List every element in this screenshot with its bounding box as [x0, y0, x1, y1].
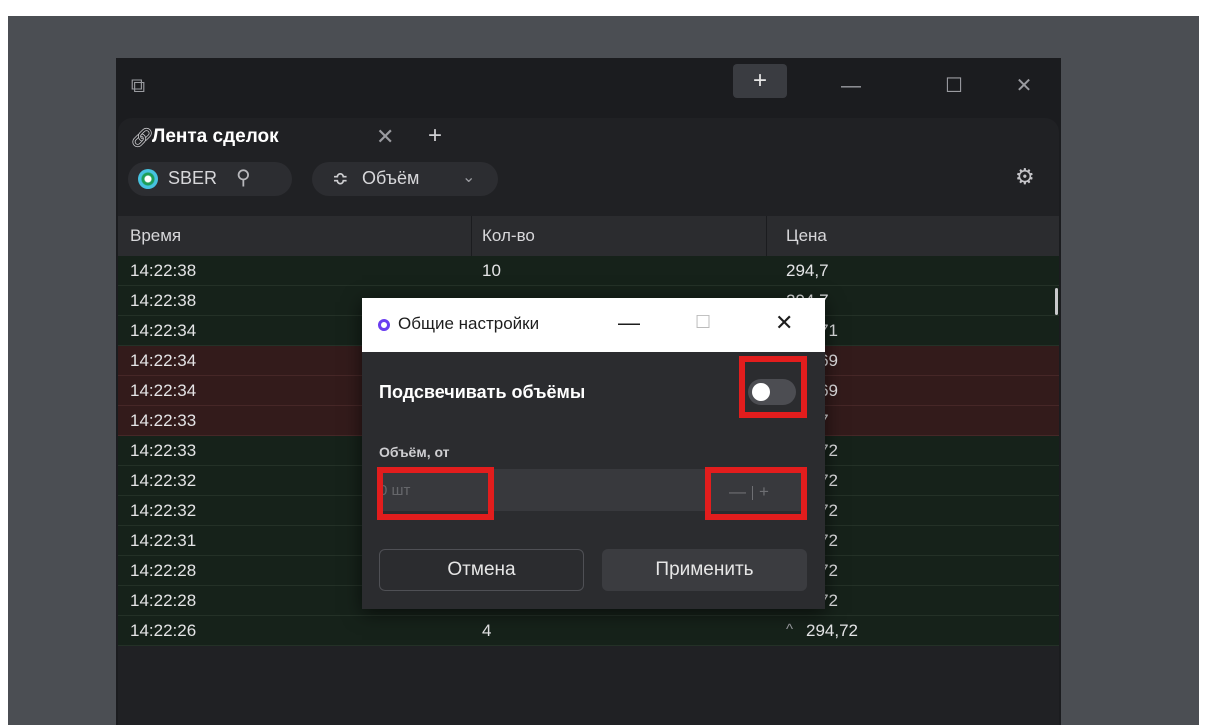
window-titlebar: ⧉ + — ☐ ✕ — [116, 58, 1061, 114]
trade-time: 14:22:28 — [130, 591, 197, 610]
trade-time: 14:22:38 — [130, 261, 197, 280]
chevron-up-icon: ^ — [786, 621, 794, 638]
cancel-button[interactable]: Отмена — [379, 549, 584, 591]
trade-time: 14:22:34 — [130, 351, 197, 370]
tab-trades-feed[interactable]: Лента сделок — [152, 126, 279, 148]
trade-qty: 10 — [482, 261, 501, 280]
trade-time: 14:22:31 — [130, 531, 197, 550]
trade-price: 294,72 — [806, 621, 858, 640]
close-tab-icon[interactable]: ✕ — [376, 124, 394, 150]
symbol-label: SBER — [168, 168, 218, 188]
tab-row: 🔗︎ Лента сделок ✕ + — [118, 118, 1059, 160]
search-icon[interactable]: ⚲ — [236, 165, 251, 190]
column-header-time[interactable]: Время — [130, 226, 181, 246]
volume-filter-dropdown[interactable]: ≎ Объём ⌄ — [312, 162, 498, 196]
trade-time: 14:22:26 — [130, 621, 197, 640]
trade-time: 14:22:33 — [130, 411, 197, 430]
trade-time: 14:22:34 — [130, 381, 197, 400]
column-header-qty[interactable]: Кол-во — [482, 226, 535, 246]
link-icon[interactable]: 🔗︎ — [130, 126, 154, 150]
annotation-box-stepper — [705, 467, 807, 520]
trade-time: 14:22:32 — [130, 501, 197, 520]
trade-time: 14:22:34 — [130, 321, 197, 340]
dialog-minimize-button[interactable]: — — [618, 310, 640, 336]
dialog-titlebar: Общие настройки — ☐ ✕ — [362, 298, 825, 352]
restore-window-icon[interactable]: ⧉ — [126, 74, 150, 98]
dialog-close-button[interactable]: ✕ — [775, 310, 793, 336]
gear-icon[interactable]: ⚙ — [1015, 164, 1035, 190]
maximize-button[interactable]: ☐ — [934, 74, 974, 98]
trade-time: 14:22:33 — [130, 441, 197, 460]
column-header-price[interactable]: Цена — [786, 226, 827, 246]
trade-time: 14:22:32 — [130, 471, 197, 490]
apply-button[interactable]: Применить — [602, 549, 807, 591]
table-row[interactable]: 14:22:38 10 294,7 — [118, 256, 1059, 286]
volume-from-label: Объём, от — [379, 444, 450, 460]
column-divider[interactable] — [471, 216, 472, 256]
new-tab-button[interactable]: + — [428, 122, 442, 150]
chevron-down-icon: ⌄ — [462, 169, 476, 186]
annotation-box-volume-input — [377, 467, 494, 520]
app-logo-icon — [378, 319, 390, 331]
symbol-selector[interactable]: SBER ⚲ — [128, 162, 292, 196]
volume-filter-label: Объём — [362, 168, 420, 188]
general-settings-dialog: Общие настройки — ☐ ✕ Подсвечивать объём… — [362, 298, 825, 609]
trade-time: 14:22:28 — [130, 561, 197, 580]
table-header: Время Кол-во Цена — [118, 216, 1059, 256]
feed-toolbar: SBER ⚲ ≎ Объём ⌄ ⚙ — [118, 160, 1059, 200]
trade-qty: 4 — [482, 621, 492, 640]
column-divider[interactable] — [766, 216, 767, 256]
highlight-volumes-label: Подсвечивать объёмы — [379, 382, 586, 402]
close-window-button[interactable]: ✕ — [1004, 74, 1044, 98]
filter-sliders-icon: ≎ — [332, 168, 349, 190]
add-widget-button[interactable]: + — [733, 64, 787, 98]
sber-logo-icon — [138, 169, 158, 189]
dialog-maximize-button[interactable]: ☐ — [695, 312, 711, 333]
dialog-title: Общие настройки — [398, 314, 540, 333]
minimize-button[interactable]: — — [831, 74, 871, 98]
annotation-box-toggle — [739, 356, 807, 418]
trade-time: 14:22:38 — [130, 291, 197, 310]
scrollbar-thumb[interactable] — [1055, 288, 1058, 315]
table-row[interactable]: 14:22:26 4 ^ 294,72 — [118, 616, 1059, 646]
trade-price: 294,7 — [786, 261, 829, 280]
